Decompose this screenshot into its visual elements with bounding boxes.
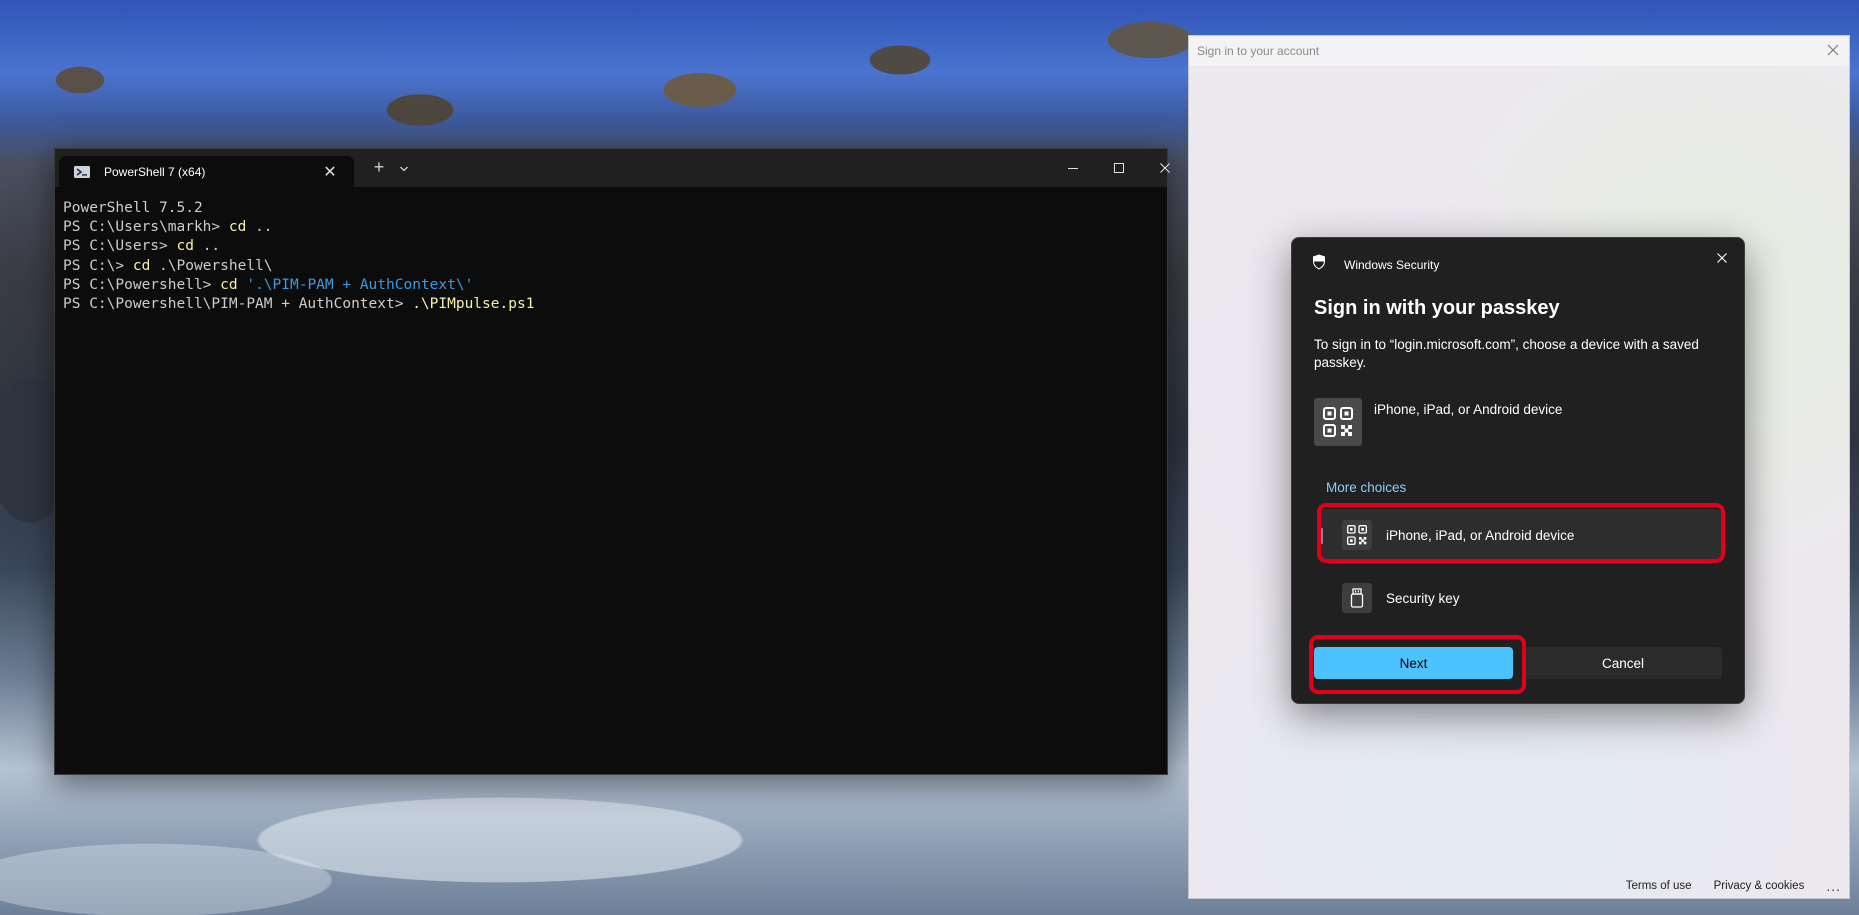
- dialog-close-icon[interactable]: [1710, 246, 1734, 270]
- choice-security-key[interactable]: Security key: [1318, 572, 1722, 624]
- usb-key-icon: [1342, 583, 1372, 613]
- minimize-icon[interactable]: [1058, 157, 1088, 179]
- dialog-app-label: Windows Security: [1344, 257, 1440, 272]
- signin-window-title: Sign in to your account: [1189, 36, 1849, 66]
- terminal-text: '.\PIM-PAM + AuthContext\': [246, 276, 474, 293]
- more-options-icon[interactable]: ...: [1826, 878, 1841, 894]
- terminal-tab-title: PowerShell 7 (x64): [104, 164, 206, 179]
- close-window-icon[interactable]: [1150, 157, 1180, 179]
- maximize-icon[interactable]: [1104, 157, 1134, 179]
- red-highlight-box-next: [1309, 635, 1526, 694]
- terminal-titlebar[interactable]: PowerShell 7 (x64) ✕ +: [55, 149, 1170, 187]
- powershell-icon: [73, 165, 91, 179]
- terminal-line: PowerShell 7.5.2: [63, 199, 1159, 218]
- terminal-output[interactable]: PowerShell 7.5.2 PS C:\Users\markh> cd ..…: [55, 187, 1167, 326]
- shield-icon: [1312, 254, 1326, 275]
- terminal-text: .\Powershell\: [150, 257, 273, 274]
- close-icon[interactable]: [1825, 42, 1841, 58]
- primary-device-label: iPhone, iPad, or Android device: [1374, 402, 1563, 417]
- dialog-description: To sign in to “login.microsoft.com”, cho…: [1314, 337, 1699, 370]
- terminal-text: PS C:\Users\markh>: [63, 219, 229, 236]
- terminal-text: ..: [193, 238, 221, 255]
- primary-device-row: iPhone, iPad, or Android device: [1314, 398, 1562, 446]
- terminal-line: PS C:\Powershell> cd '.\PIM-PAM + AuthCo…: [63, 276, 1159, 295]
- terminal-line: PS C:\Users\markh> cd ..: [63, 218, 1159, 237]
- terminal-line: PS C:\> cd .\Powershell\: [63, 257, 1159, 276]
- terminal-window: PowerShell 7 (x64) ✕ + PowerShell 7.5.2 P…: [54, 148, 1170, 775]
- red-highlight-box-device: [1317, 503, 1725, 563]
- terminal-line: PS C:\Users> cd ..: [63, 237, 1159, 256]
- choice-security-key-label: Security key: [1386, 590, 1460, 606]
- terminal-text: PS C:\>: [63, 257, 133, 274]
- terminal-text: PS C:\Powershell\PIM-PAM + AuthContext>: [63, 296, 413, 313]
- terminal-text: PS C:\Users>: [63, 238, 177, 255]
- windows-security-dialog: Windows Security Sign in with your passk…: [1291, 237, 1745, 704]
- terminal-tab[interactable]: PowerShell 7 (x64) ✕: [59, 156, 354, 187]
- terminal-text: .\PIMpulse.ps1: [412, 296, 535, 313]
- terms-of-use-link[interactable]: Terms of use: [1626, 880, 1692, 892]
- new-tab-icon[interactable]: +: [369, 157, 389, 178]
- terminal-text: PowerShell 7.5.2: [63, 200, 203, 216]
- terminal-text: cd: [228, 219, 247, 236]
- terminal-text: ..: [246, 219, 273, 236]
- terminal-line: PS C:\Powershell\PIM-PAM + AuthContext> …: [63, 295, 1159, 314]
- dialog-heading: Sign in with your passkey: [1314, 297, 1560, 319]
- dialog-header: Windows Security: [1312, 254, 1439, 275]
- signin-footer: Terms of use Privacy & cookies ...: [1626, 878, 1841, 894]
- close-tab-icon[interactable]: ✕: [320, 162, 340, 182]
- more-choices-label: More choices: [1326, 480, 1407, 495]
- cancel-button[interactable]: Cancel: [1524, 647, 1722, 679]
- terminal-text: cd: [220, 276, 238, 293]
- terminal-text: cd: [176, 238, 194, 255]
- chevron-down-icon[interactable]: [398, 162, 410, 174]
- terminal-text: PS C:\Powershell>: [63, 276, 221, 293]
- qr-code-icon: [1314, 398, 1362, 446]
- terminal-text: cd: [132, 257, 151, 274]
- privacy-cookies-link[interactable]: Privacy & cookies: [1714, 880, 1805, 892]
